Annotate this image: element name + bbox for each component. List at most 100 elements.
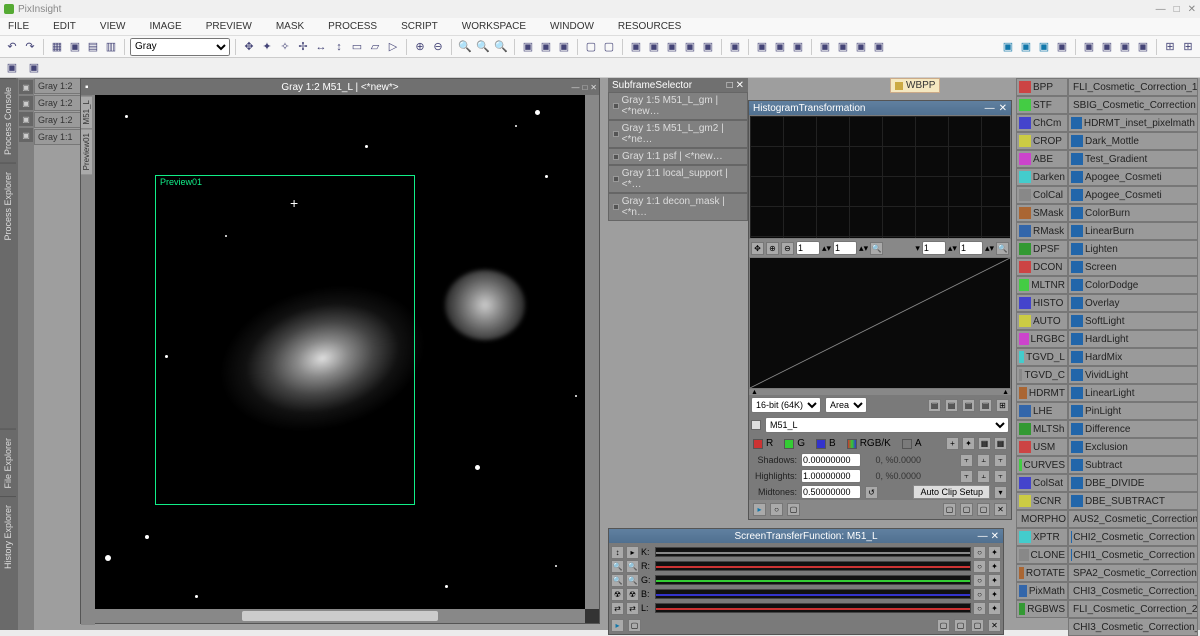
- process-icon-chcm[interactable]: ChCm: [1016, 114, 1068, 132]
- tool-icon[interactable]: ✦: [259, 39, 275, 55]
- process-icon-rotate[interactable]: ROTATE: [1016, 564, 1068, 582]
- tool-icon[interactable]: ▣: [4, 60, 20, 76]
- process-icon-colsat[interactable]: ColSat: [1016, 474, 1068, 492]
- script-item[interactable]: Exclusion: [1068, 438, 1198, 456]
- script-item[interactable]: Dark_Mottle: [1068, 132, 1198, 150]
- script-item[interactable]: SPA2_Cosmetic_Correction: [1068, 564, 1198, 582]
- process-icon-histo[interactable]: HISTO: [1016, 294, 1068, 312]
- script-item[interactable]: SBIG_Cosmetic_Correction: [1068, 96, 1198, 114]
- window-icon[interactable]: ▣: [538, 39, 554, 55]
- tab-process-console[interactable]: Process Console: [0, 78, 16, 163]
- menu-preview[interactable]: PREVIEW: [206, 21, 252, 32]
- monitor-icon[interactable]: ▣: [1000, 39, 1016, 55]
- script-item[interactable]: Screen: [1068, 258, 1198, 276]
- process-icon-pixmath[interactable]: PixMath: [1016, 582, 1068, 600]
- tool-icon[interactable]: ▭: [349, 39, 365, 55]
- process-icon-curves[interactable]: CURVES: [1016, 456, 1068, 474]
- reset-icon[interactable]: ✕: [988, 619, 1001, 632]
- ch-icon[interactable]: ▦: [978, 437, 991, 450]
- zoom-icon[interactable]: 🔍: [457, 39, 473, 55]
- iconbar-item[interactable]: ▣: [19, 112, 33, 126]
- opt-icon[interactable]: ▢: [937, 619, 950, 632]
- script-item[interactable]: AUS2_Cosmetic_Correction: [1068, 510, 1198, 528]
- opt-icon[interactable]: ▢: [960, 503, 973, 516]
- process-icon-clone[interactable]: CLONE: [1016, 546, 1068, 564]
- tool-icon[interactable]: ▣: [646, 39, 662, 55]
- script-item[interactable]: HardLight: [1068, 330, 1198, 348]
- opt-icon[interactable]: ▢: [954, 619, 967, 632]
- tool-icon[interactable]: ▣: [67, 39, 83, 55]
- process-icon-abe[interactable]: ABE: [1016, 150, 1068, 168]
- process-icon-dpsf[interactable]: DPSF: [1016, 240, 1068, 258]
- stf-icon[interactable]: ⇄: [611, 602, 624, 615]
- process-icon-rgbws[interactable]: RGBWS: [1016, 600, 1068, 618]
- close-icon[interactable]: ✕: [1188, 4, 1196, 15]
- opt-icon[interactable]: ▢: [943, 503, 956, 516]
- script-item[interactable]: PinLight: [1068, 402, 1198, 420]
- stf-slider-k[interactable]: [655, 547, 971, 557]
- undo-icon[interactable]: ↶: [4, 39, 20, 55]
- menu-mask[interactable]: MASK: [276, 21, 304, 32]
- opt-icon[interactable]: ▢: [971, 619, 984, 632]
- histogram-title[interactable]: HistogramTransformation —✕: [749, 101, 1011, 115]
- process-icon-bpp[interactable]: BPP: [1016, 78, 1068, 96]
- tool-icon[interactable]: ▣: [871, 39, 887, 55]
- zoom-y-input[interactable]: [833, 241, 857, 255]
- stf-icon[interactable]: 🔍: [611, 560, 624, 573]
- tool-icon[interactable]: ▥: [103, 39, 119, 55]
- script-item[interactable]: CHI2_Cosmetic_Correction: [1068, 528, 1198, 546]
- minimize-icon[interactable]: —: [1156, 4, 1166, 15]
- stf-icon[interactable]: ▸: [626, 546, 639, 559]
- menu-window[interactable]: WINDOW: [550, 21, 594, 32]
- tool-icon[interactable]: ▣: [772, 39, 788, 55]
- process-icon-rmask[interactable]: RMask: [1016, 222, 1068, 240]
- script-item[interactable]: Lighten: [1068, 240, 1198, 258]
- subframe-item[interactable]: Gray 1:5 M51_L_gm | <*new…: [608, 92, 748, 120]
- stf-slider-b[interactable]: [655, 589, 971, 599]
- stf-slider-r[interactable]: [655, 561, 971, 571]
- slider-icon[interactable]: ⫟: [994, 454, 1007, 467]
- slider-icon[interactable]: ⫟: [960, 454, 973, 467]
- menu-view[interactable]: VIEW: [100, 21, 126, 32]
- tab-file-explorer[interactable]: File Explorer: [0, 429, 16, 497]
- tool-icon[interactable]: ▤: [85, 39, 101, 55]
- script-item[interactable]: LinearLight: [1068, 384, 1198, 402]
- redo-icon[interactable]: ↷: [22, 39, 38, 55]
- zoom-fit-icon[interactable]: 🔍: [996, 242, 1009, 255]
- tool-icon[interactable]: ▦: [49, 39, 65, 55]
- tool-icon[interactable]: ▣: [628, 39, 644, 55]
- tool-icon[interactable]: ✢: [295, 39, 311, 55]
- subframe-item[interactable]: Gray 1:1 local_support | <*…: [608, 165, 748, 193]
- zoom-icon[interactable]: ✥: [751, 242, 764, 255]
- image-view[interactable]: Preview01 +: [95, 95, 599, 609]
- g-checkbox[interactable]: [784, 439, 794, 449]
- process-icon-stf[interactable]: STF: [1016, 96, 1068, 114]
- subframe-title[interactable]: SubframeSelector □✕: [608, 78, 748, 92]
- script-item[interactable]: Subtract: [1068, 456, 1198, 474]
- tab-preview[interactable]: Preview01: [81, 128, 92, 174]
- ch-icon[interactable]: ✦: [962, 437, 975, 450]
- grid-icon[interactable]: ⊞: [1180, 39, 1196, 55]
- script-item[interactable]: CHI3_Cosmetic_Correction_2x2: [1068, 618, 1198, 636]
- stf-icon[interactable]: ✦: [988, 602, 1001, 615]
- shadows-input[interactable]: [801, 453, 861, 467]
- stf-icon[interactable]: 🔍: [611, 574, 624, 587]
- stf-icon[interactable]: 🔍: [626, 574, 639, 587]
- stf-title[interactable]: ScreenTransferFunction: M51_L —✕: [609, 529, 1003, 543]
- tool-icon[interactable]: ▣: [790, 39, 806, 55]
- stf-icon[interactable]: ↕: [611, 546, 624, 559]
- preview-rect[interactable]: Preview01: [155, 175, 415, 505]
- menu-file[interactable]: FILE: [8, 21, 29, 32]
- apply-icon[interactable]: ▸: [753, 503, 766, 516]
- slider-icon[interactable]: ⫟: [994, 470, 1007, 483]
- iconbar-item[interactable]: ▣: [19, 80, 33, 94]
- script-item[interactable]: LinearBurn: [1068, 222, 1198, 240]
- arrow-icon[interactable]: ▷: [385, 39, 401, 55]
- window-icon[interactable]: ▣: [520, 39, 536, 55]
- process-icon-smask[interactable]: SMask: [1016, 204, 1068, 222]
- tool-icon[interactable]: ▣: [754, 39, 770, 55]
- menu-process[interactable]: PROCESS: [328, 21, 377, 32]
- script-item[interactable]: FLI_Cosmetic_Correction_1x1: [1068, 78, 1198, 96]
- tool-icon[interactable]: ✧: [277, 39, 293, 55]
- process-icon-mltnr[interactable]: MLTNR: [1016, 276, 1068, 294]
